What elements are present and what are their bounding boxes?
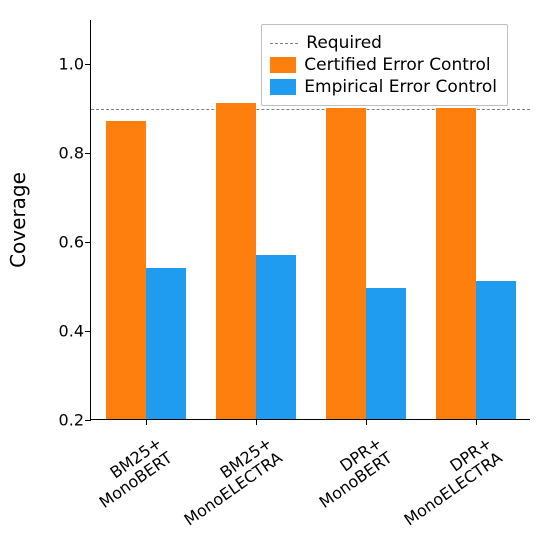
bar-empirical [146, 268, 186, 419]
y-tick [85, 153, 91, 154]
bar-certified [106, 121, 146, 419]
bar-empirical [366, 288, 406, 419]
swatch-icon [270, 79, 296, 95]
legend-entry-required: Required [270, 33, 497, 53]
x-tick [256, 419, 257, 425]
x-tick [366, 419, 367, 425]
legend-entry-empirical: Empirical Error Control [270, 77, 497, 97]
y-tick-label: 0.6 [59, 233, 84, 252]
chart-figure: Coverage Required Certified Error Contro… [0, 0, 554, 552]
dashed-line-icon [270, 43, 298, 44]
legend-label: Certified Error Control [304, 55, 490, 75]
y-tick-label: 1.0 [59, 55, 84, 74]
legend-label: Required [306, 33, 382, 53]
plot-area: Required Certified Error Control Empiric… [90, 20, 530, 420]
x-tick [476, 419, 477, 425]
legend-label: Empirical Error Control [304, 77, 497, 97]
y-tick [85, 64, 91, 65]
bar-empirical [256, 255, 296, 419]
swatch-icon [270, 57, 296, 73]
legend-entry-certified: Certified Error Control [270, 55, 497, 75]
bar-certified [216, 103, 256, 419]
legend: Required Certified Error Control Empiric… [261, 24, 508, 106]
bar-certified [326, 108, 366, 419]
x-tick [146, 419, 147, 425]
y-tick-label: 0.4 [59, 322, 84, 341]
y-tick [85, 242, 91, 243]
y-tick [85, 420, 91, 421]
y-axis-label: Coverage [6, 172, 30, 268]
y-tick [85, 331, 91, 332]
y-tick-label: 0.8 [59, 144, 84, 163]
bar-empirical [476, 281, 516, 419]
y-tick-label: 0.2 [59, 411, 84, 430]
bar-certified [436, 108, 476, 419]
